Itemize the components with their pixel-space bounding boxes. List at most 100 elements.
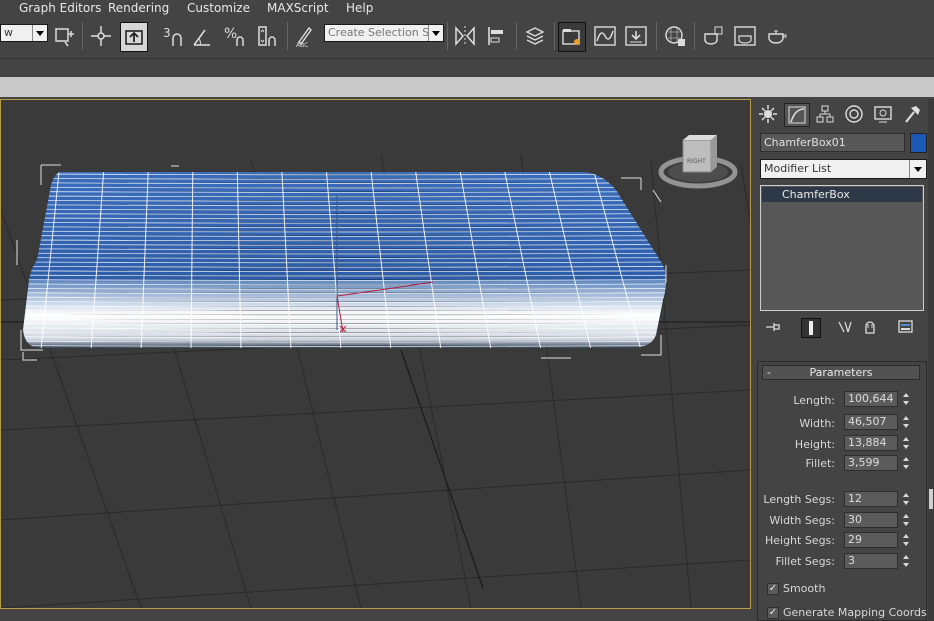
align-icon[interactable]: [484, 22, 510, 50]
width-segs-input[interactable]: 30: [844, 512, 898, 528]
pin-stack-icon[interactable]: [764, 318, 782, 336]
modify-bend-icon: [788, 106, 806, 124]
percent-snap-icon[interactable]: %: [222, 22, 248, 50]
menu-maxscript[interactable]: MAXScript: [267, 0, 329, 16]
height-spinner[interactable]: [901, 435, 911, 451]
wireframe-edge: [23, 301, 666, 303]
height-segs-input[interactable]: 29: [844, 532, 898, 548]
wireframe-edge: [23, 345, 666, 347]
tab-display[interactable]: [871, 103, 895, 125]
chamfer-box-mesh: [23, 172, 666, 348]
toolbar-separator: [554, 22, 555, 50]
select-and-link-icon[interactable]: [52, 22, 78, 50]
menu-help[interactable]: Help: [346, 0, 373, 16]
show-end-result-icon[interactable]: [801, 318, 821, 338]
svg-text:3: 3: [163, 26, 171, 40]
tab-utilities[interactable]: [900, 103, 924, 125]
width-segs-spinner[interactable]: [901, 512, 911, 528]
generate-mapping-coords-checkbox[interactable]: ✓: [767, 607, 779, 619]
scrollbar-thumb[interactable]: [929, 489, 933, 509]
fillet-input[interactable]: 3,599: [844, 455, 898, 471]
wireframe-edge: [23, 310, 666, 312]
wireframe-edge: [23, 239, 666, 242]
curve-editor-icon[interactable]: [592, 22, 618, 50]
menu-graph-editors[interactable]: Graph Editors: [19, 0, 101, 16]
motion-icon: [845, 105, 863, 123]
spinner-snap-icon[interactable]: [254, 22, 280, 50]
stack-item-chamferbox[interactable]: ChamferBox: [762, 187, 922, 202]
wireframe-edge: [23, 279, 666, 281]
modifier-list-dropdown[interactable]: Modifier List: [760, 159, 927, 179]
generate-mapping-coords-label: Generate Mapping Coords.: [783, 606, 931, 619]
angle-snap-icon[interactable]: [190, 22, 216, 50]
wireframe-edge: [23, 327, 666, 330]
height-segs-spinner[interactable]: [901, 532, 911, 548]
smooth-checkbox[interactable]: ✓: [767, 583, 779, 595]
tab-modify[interactable]: [784, 103, 810, 127]
width-spinner[interactable]: [901, 414, 911, 430]
mirror-icon[interactable]: [452, 22, 478, 50]
wireframe-edge: [23, 213, 666, 215]
fillet-segs-spinner[interactable]: [901, 553, 911, 569]
toolbar-separator: [694, 22, 695, 50]
ribbon-gap: [0, 59, 934, 77]
remove-modifier-icon[interactable]: [861, 318, 879, 336]
length-segs-input[interactable]: 12: [844, 491, 898, 507]
transform-gizmo-icon[interactable]: [88, 22, 114, 50]
menu-customize[interactable]: Customize: [187, 0, 250, 16]
named-selection-set-dropdown[interactable]: Create Selection Se: [324, 24, 444, 42]
wireframe-edge: [23, 336, 666, 338]
parameters-rollout-header[interactable]: - Parameters: [762, 365, 920, 380]
select-object-icon[interactable]: [120, 22, 148, 52]
edit-named-selection-icon[interactable]: ABC: [292, 22, 318, 50]
reference-coordinate-dropdown[interactable]: w: [0, 24, 48, 42]
object-color-swatch[interactable]: [910, 133, 927, 153]
material-editor-icon[interactable]: [662, 22, 688, 50]
wireframe-edge: [23, 222, 666, 224]
main-toolbar: w 3 % ABC Create Selection Se: [0, 16, 934, 59]
wireframe-edge: [23, 332, 666, 334]
command-panel-scrollbar[interactable]: [928, 99, 934, 621]
modifier-list-label: Modifier List: [764, 162, 832, 175]
svg-text:ABC: ABC: [296, 42, 308, 48]
menu-rendering[interactable]: Rendering: [108, 0, 169, 16]
viewcube[interactable]: RIGHT: [658, 135, 738, 189]
object-name-field[interactable]: ChamferBox01: [760, 133, 905, 152]
length-input[interactable]: 100,644: [844, 391, 898, 407]
chevron-down-icon[interactable]: [909, 160, 926, 178]
height-input[interactable]: 13,884: [844, 435, 898, 451]
length-spinner[interactable]: [901, 391, 911, 407]
length-segs-spinner[interactable]: [901, 491, 911, 507]
perspective-viewport[interactable]: RIGHT: [0, 99, 751, 609]
schematic-view-icon[interactable]: [623, 22, 649, 50]
tab-motion[interactable]: [842, 103, 866, 125]
wireframe-edge: [23, 261, 666, 264]
scene-explorer-icon[interactable]: [558, 22, 586, 52]
fillet-spinner[interactable]: [901, 455, 911, 471]
tab-hierarchy[interactable]: [813, 103, 837, 125]
tab-create[interactable]: [756, 103, 780, 125]
toolbar-separator: [287, 22, 288, 50]
render-production-icon[interactable]: [764, 22, 790, 50]
wireframe-edge: [23, 296, 666, 299]
toolbar-separator: [447, 22, 448, 50]
chevron-down-icon[interactable]: [428, 25, 443, 41]
collapse-icon: -: [767, 366, 771, 379]
wireframe-edge: [23, 248, 666, 250]
rendered-frame-window-icon[interactable]: [732, 22, 758, 50]
height-label: Height:: [794, 438, 835, 451]
fillet-segs-label: Fillet Segs:: [775, 555, 835, 568]
configure-modifier-sets-icon[interactable]: [897, 318, 915, 336]
width-input[interactable]: 46,507: [844, 414, 898, 430]
make-unique-icon[interactable]: [836, 318, 854, 336]
wireframe-edge: [23, 266, 666, 268]
wireframe-edge: [23, 252, 666, 255]
wireframe-edge: [23, 288, 666, 290]
named-selection-set-placeholder: Create Selection Se: [328, 26, 436, 39]
chevron-down-icon[interactable]: [32, 25, 47, 41]
snap-3d-icon[interactable]: 3: [160, 22, 186, 50]
layer-manager-icon[interactable]: [522, 22, 548, 50]
render-setup-icon[interactable]: [700, 22, 726, 50]
command-panel: ChamferBox01 Modifier List ChamferBox - …: [752, 99, 934, 621]
fillet-segs-input[interactable]: 3: [844, 553, 898, 569]
